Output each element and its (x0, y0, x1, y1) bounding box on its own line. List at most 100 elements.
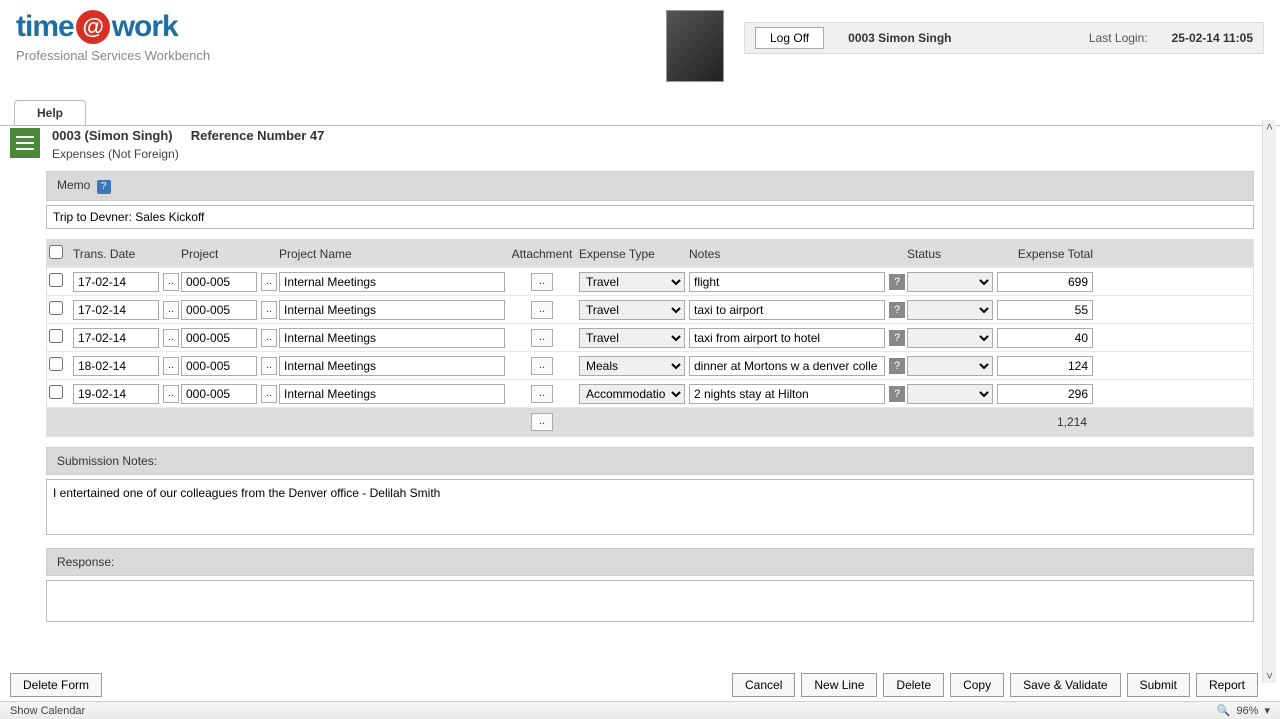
th-project: Project (179, 244, 259, 264)
date-picker-button[interactable]: .. (163, 385, 179, 403)
date-picker-button[interactable]: .. (163, 329, 179, 347)
row-checkbox[interactable] (49, 357, 63, 371)
new-line-button[interactable]: New Line (801, 673, 877, 697)
logo: time @ work Professional Services Workbe… (16, 10, 210, 63)
project-input[interactable] (181, 328, 257, 348)
submit-button[interactable]: Submit (1127, 673, 1190, 697)
scroll-down-icon[interactable]: ˅ (1263, 669, 1276, 683)
zoom-dropdown-icon[interactable]: ▾ (1264, 704, 1270, 717)
attachment-button[interactable]: .. (531, 329, 553, 347)
notes-input[interactable] (689, 300, 885, 320)
expense-type-select[interactable]: TravelMealsAccommodation (579, 384, 685, 404)
notes-input[interactable] (689, 272, 885, 292)
scroll-up-icon[interactable]: ˄ (1263, 120, 1276, 134)
project-lookup-button[interactable]: .. (261, 357, 277, 375)
zoom-level: 96% (1236, 705, 1258, 717)
project-name-input[interactable] (279, 300, 505, 320)
report-button[interactable]: Report (1196, 673, 1258, 697)
status-select[interactable] (907, 356, 993, 376)
project-lookup-button[interactable]: .. (261, 385, 277, 403)
row-checkbox[interactable] (49, 385, 63, 399)
page-title-reference: Reference Number 47 (191, 128, 325, 143)
trans-date-input[interactable] (73, 328, 159, 348)
project-input[interactable] (181, 356, 257, 376)
project-lookup-button[interactable]: .. (261, 329, 277, 347)
th-notes: Notes (687, 244, 887, 264)
copy-button[interactable]: Copy (950, 673, 1004, 697)
avatar (666, 10, 724, 82)
menu-icon[interactable] (10, 128, 40, 158)
attachment-button[interactable]: .. (531, 413, 553, 431)
expense-total-input[interactable] (997, 272, 1093, 292)
response-input[interactable] (46, 580, 1254, 622)
memo-label: Memo (57, 178, 90, 192)
project-lookup-button[interactable]: .. (261, 301, 277, 319)
status-select[interactable] (907, 328, 993, 348)
help-icon[interactable]: ? (889, 330, 905, 346)
logo-subtitle: Professional Services Workbench (16, 48, 210, 63)
help-icon[interactable]: ? (889, 386, 905, 402)
status-select[interactable] (907, 300, 993, 320)
trans-date-input[interactable] (73, 300, 159, 320)
project-input[interactable] (181, 384, 257, 404)
select-all-checkbox[interactable] (49, 245, 63, 259)
zoom-icon[interactable]: 🔍 (1217, 704, 1231, 717)
project-lookup-button[interactable]: .. (261, 273, 277, 291)
project-name-input[interactable] (279, 384, 505, 404)
help-icon[interactable]: ? (97, 180, 111, 194)
attachment-button[interactable]: .. (531, 273, 553, 291)
expense-total-input[interactable] (997, 300, 1093, 320)
date-picker-button[interactable]: .. (163, 357, 179, 375)
project-input[interactable] (181, 300, 257, 320)
th-expense-total: Expense Total (995, 244, 1095, 264)
trans-date-input[interactable] (73, 356, 159, 376)
expense-type-select[interactable]: TravelMealsAccommodation (579, 328, 685, 348)
expense-type-select[interactable]: TravelMealsAccommodation (579, 272, 685, 292)
status-bar-text[interactable]: Show Calendar (10, 705, 85, 717)
expense-total-input[interactable] (997, 356, 1093, 376)
row-checkbox[interactable] (49, 273, 63, 287)
trans-date-input[interactable] (73, 384, 159, 404)
notes-input[interactable] (689, 328, 885, 348)
status-select[interactable] (907, 272, 993, 292)
th-status: Status (905, 244, 995, 264)
status-select[interactable] (907, 384, 993, 404)
table-row: ...... TravelMealsAccommodation? (47, 380, 1253, 408)
row-checkbox[interactable] (49, 301, 63, 315)
project-input[interactable] (181, 272, 257, 292)
row-checkbox[interactable] (49, 329, 63, 343)
date-picker-button[interactable]: .. (163, 273, 179, 291)
save-validate-button[interactable]: Save & Validate (1010, 673, 1121, 697)
page-subtitle: Expenses (Not Foreign) (52, 147, 324, 161)
project-name-input[interactable] (279, 328, 505, 348)
attachment-button[interactable]: .. (531, 357, 553, 375)
logoff-button[interactable]: Log Off (755, 27, 824, 49)
th-project-name: Project Name (277, 244, 507, 264)
current-user: 0003 Simon Singh (848, 31, 951, 45)
submission-notes-input[interactable] (46, 479, 1254, 535)
attachment-button[interactable]: .. (531, 301, 553, 319)
expense-type-select[interactable]: TravelMealsAccommodation (579, 356, 685, 376)
notes-input[interactable] (689, 384, 885, 404)
project-name-input[interactable] (279, 356, 505, 376)
notes-input[interactable] (689, 356, 885, 376)
expense-total-input[interactable] (997, 328, 1093, 348)
trans-date-input[interactable] (73, 272, 159, 292)
project-name-input[interactable] (279, 272, 505, 292)
attachment-button[interactable]: .. (531, 385, 553, 403)
cancel-button[interactable]: Cancel (732, 673, 795, 697)
response-label: Response: (46, 548, 1254, 576)
last-login-label: Last Login: (1089, 31, 1148, 45)
delete-form-button[interactable]: Delete Form (10, 673, 102, 697)
help-icon[interactable]: ? (889, 274, 905, 290)
scrollbar[interactable]: ˄ ˅ (1262, 120, 1276, 683)
table-row: ...... TravelMealsAccommodation? (47, 268, 1253, 296)
logo-text-2: work (112, 10, 178, 44)
expense-type-select[interactable]: TravelMealsAccommodation (579, 300, 685, 320)
date-picker-button[interactable]: .. (163, 301, 179, 319)
delete-button[interactable]: Delete (883, 673, 944, 697)
memo-input[interactable] (46, 205, 1254, 229)
help-icon[interactable]: ? (889, 358, 905, 374)
help-icon[interactable]: ? (889, 302, 905, 318)
expense-total-input[interactable] (997, 384, 1093, 404)
